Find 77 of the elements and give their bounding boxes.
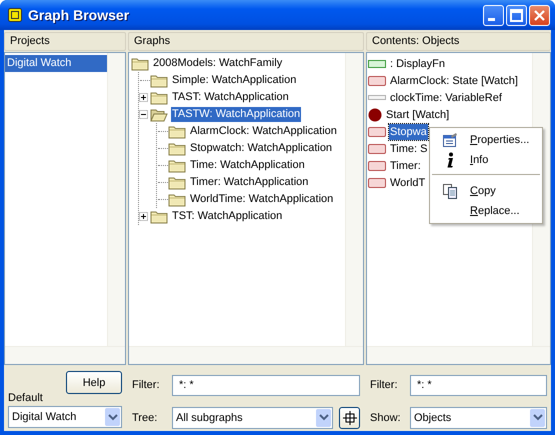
properties-icon	[442, 132, 458, 148]
folder-icon	[168, 158, 186, 172]
filter-field[interactable]: *: *	[410, 374, 547, 396]
object-item[interactable]: Time: S	[389, 140, 428, 156]
project-dropdown[interactable]: Digital Watch	[8, 406, 122, 428]
menu-item[interactable]: Replace...	[470, 205, 520, 217]
state-icon	[368, 178, 386, 188]
caret-down-icon	[318, 414, 328, 421]
project-item[interactable]: Digital Watch	[5, 55, 107, 72]
state-icon	[368, 76, 386, 86]
horizontal-scrollbar[interactable]	[129, 346, 363, 364]
folder-icon	[168, 176, 186, 190]
tree-dropdown[interactable]: All subgraphs	[172, 406, 333, 428]
expand-icon[interactable]	[139, 212, 148, 221]
folder-icon	[168, 192, 186, 206]
horizontal-scrollbar[interactable]	[5, 346, 125, 364]
state-icon	[368, 144, 386, 154]
expand-all-button[interactable]	[339, 406, 360, 428]
vertical-scrollbar[interactable]	[107, 53, 125, 346]
menu-item[interactable]: Copy	[470, 185, 496, 197]
object-item[interactable]: clockTime: VariableRef	[389, 90, 503, 106]
tree-item[interactable]: AlarmClock: WatchApplication	[189, 124, 338, 139]
state-icon	[368, 126, 386, 136]
filter-label: Filter:	[370, 378, 398, 393]
close-button[interactable]	[529, 4, 550, 26]
tree-item[interactable]: Timer: WatchApplication	[189, 175, 310, 190]
folder-icon	[150, 210, 168, 224]
maximize-button[interactable]	[506, 4, 527, 26]
app-icon	[8, 8, 22, 22]
menu-item[interactable]: Properties...	[470, 134, 530, 146]
open-folder-icon	[150, 108, 168, 122]
panel-header: Contents: Objects	[366, 32, 551, 51]
tree-item[interactable]: Time: WatchApplication	[189, 158, 306, 173]
show-dropdown[interactable]: Objects	[410, 406, 547, 428]
menu-item[interactable]: Info	[470, 154, 488, 166]
tree-item[interactable]: Stopwatch: WatchApplication	[189, 141, 334, 156]
folder-icon	[168, 124, 186, 138]
show-label: Show:	[370, 410, 402, 426]
tree-item[interactable]: TAST: WatchApplication	[171, 90, 290, 105]
panel-header: Projects	[4, 32, 126, 51]
object-item[interactable]: WorldT	[389, 174, 426, 190]
folder-icon	[131, 56, 149, 70]
object-item[interactable]: Timer:	[389, 158, 422, 174]
copy-icon	[442, 183, 458, 199]
folder-icon	[150, 90, 168, 104]
start-icon	[368, 108, 382, 122]
object-item[interactable]: Start [Watch]	[385, 106, 450, 122]
tree-item[interactable]: Simple: WatchApplication	[171, 73, 298, 88]
object-item[interactable]: : DisplayFn	[389, 56, 446, 72]
tree-label: Tree:	[132, 410, 158, 426]
collapse-icon[interactable]	[139, 110, 148, 119]
caret-down-icon	[532, 414, 542, 421]
default-label: Default	[8, 391, 43, 406]
filter-field[interactable]: *: *	[172, 374, 360, 396]
tree-item[interactable]: TASTW: WatchApplication	[171, 107, 302, 122]
vertical-scrollbar[interactable]	[345, 53, 363, 346]
maximize-icon	[510, 8, 523, 22]
tree-item[interactable]: WorldTime: WatchApplication	[189, 192, 334, 207]
folder-icon	[168, 142, 186, 156]
window-title: Graph Browser	[28, 7, 130, 23]
tree-item[interactable]: TST: WatchApplication	[171, 209, 284, 224]
panel-header: Graphs	[128, 32, 364, 51]
filter-label: Filter:	[132, 378, 160, 393]
folder-icon	[150, 74, 168, 88]
close-icon	[534, 10, 545, 20]
function-icon	[368, 60, 386, 68]
minimize-icon	[488, 18, 495, 21]
object-item[interactable]: AlarmClock: State [Watch]	[389, 72, 519, 88]
state-icon	[368, 160, 386, 170]
help-button[interactable]: Help	[66, 371, 122, 394]
tree-item[interactable]: 2008Models: WatchFamily	[152, 56, 284, 71]
caret-down-icon	[108, 414, 118, 420]
info-icon	[446, 152, 454, 168]
horizontal-scrollbar[interactable]	[367, 346, 550, 364]
minimize-button[interactable]	[483, 4, 504, 26]
expand-icon[interactable]	[139, 93, 148, 102]
object-item[interactable]: Stopwa	[389, 124, 428, 140]
